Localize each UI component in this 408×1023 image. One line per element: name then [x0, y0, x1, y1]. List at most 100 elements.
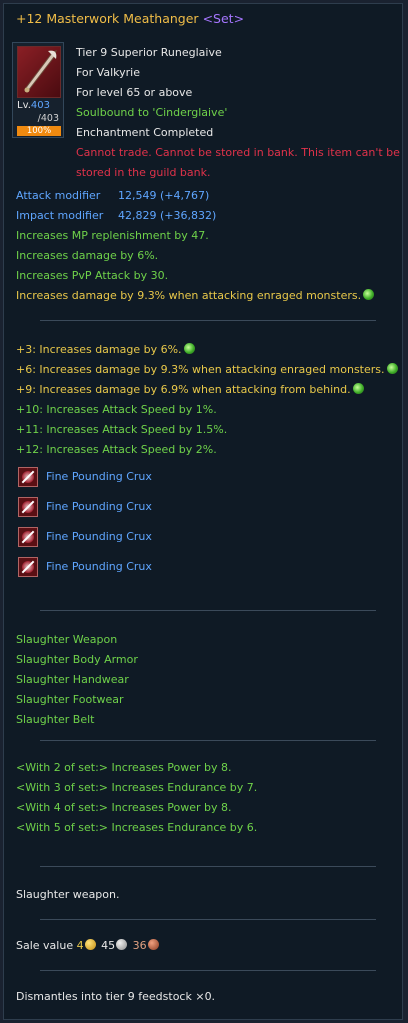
info-line: For level 65 or above — [76, 86, 192, 100]
set-item: Slaughter Footwear — [16, 693, 124, 707]
crux-icon[interactable] — [18, 467, 38, 487]
gem-icon — [352, 383, 364, 394]
info-line: For Valkyrie — [76, 66, 140, 80]
set-item-text: Slaughter Body Armor — [16, 653, 138, 666]
set-bonus-line-text: <With 2 of set:> Increases Power by 8. — [16, 761, 232, 774]
enchant-bonus-line: +11: Increases Attack Speed by 1.5%. — [16, 423, 227, 437]
stat-line: Increases PvP Attack by 30. — [16, 269, 168, 283]
enchant-progress-text: 100% — [26, 126, 52, 136]
crystal-slot: Fine Pounding Crux — [46, 500, 152, 514]
stat-line: Increases damage by 6%. — [16, 249, 158, 263]
set-bonus-line: <With 4 of set:> Increases Power by 8. — [16, 801, 232, 815]
sale-silver: 45 — [101, 939, 116, 952]
modifier-line: Impact modifier — [16, 209, 103, 223]
set-item-text: Slaughter Weapon — [16, 633, 118, 646]
info-line-text: Enchantment Completed — [76, 126, 214, 139]
set-bonus-line: <With 2 of set:> Increases Power by 8. — [16, 761, 232, 775]
info-line-text: stored in the guild bank. — [76, 166, 211, 179]
silver-coin-icon — [116, 939, 128, 950]
sale-copper: 36 — [132, 939, 147, 952]
gem-icon — [386, 363, 398, 374]
runeglaive-icon — [17, 46, 61, 98]
divider — [40, 610, 376, 611]
gold-coin-icon — [84, 939, 96, 950]
gem-icon — [183, 343, 195, 354]
enchant-bonus-line: +10: Increases Attack Speed by 1%. — [16, 403, 217, 417]
modifier-line: Attack modifier — [16, 189, 100, 203]
crystal-slot: Fine Pounding Crux — [46, 530, 152, 544]
divider — [40, 919, 376, 920]
level-max: /403 — [37, 113, 59, 124]
gem-icon — [363, 289, 375, 300]
stat-line-text: Increases damage by 9.3% when attacking … — [16, 289, 362, 302]
set-item: Slaughter Weapon — [16, 633, 117, 647]
enchant-bonus-line-text: +12: Increases Attack Speed by 2%. — [16, 443, 217, 456]
item-icon-frame: Lv.403 /403 100% — [12, 42, 64, 138]
enchant-bonus-line-text: +9: Increases damage by 6.9% when attack… — [16, 383, 351, 396]
set-item: Slaughter Handwear — [16, 673, 129, 687]
sale-gold: 4 — [76, 939, 84, 952]
divider — [40, 866, 376, 867]
level-label: Lv. — [17, 100, 31, 111]
info-line: Cannot trade. Cannot be stored in bank. … — [76, 146, 400, 160]
enchant-bonus-line-text: +6: Increases damage by 9.3% when attack… — [16, 363, 385, 376]
set-item: Slaughter Belt — [16, 713, 95, 727]
item-title: +12 Masterwork Meathanger <Set> — [16, 12, 244, 26]
item-level: Lv.403 — [17, 100, 50, 111]
crystal-slot-text: Fine Pounding Crux — [46, 470, 152, 483]
enchant-bonus-line: +12: Increases Attack Speed by 2%. — [16, 443, 217, 457]
crystal-slot: Fine Pounding Crux — [46, 470, 152, 484]
divider — [40, 970, 376, 971]
modifier-line-text: Impact modifier — [16, 209, 104, 222]
sale-value: Sale value 4 45 36 — [16, 939, 161, 953]
stat-line-text: Increases PvP Attack by 30. — [16, 269, 169, 282]
dismantle-info: Dismantles into tier 9 feedstock ×0. — [16, 990, 216, 1003]
info-line: Soulbound to 'Cinderglaive' — [76, 106, 227, 120]
item-tooltip: +12 Masterwork Meathanger <Set> Lv.403 /4… — [3, 3, 403, 1020]
enchant-bonus-line: +9: Increases damage by 6.9% when attack… — [16, 383, 364, 397]
enchant-bonus-line-text: +3: Increases damage by 6%. — [16, 343, 182, 356]
divider — [40, 740, 376, 741]
crux-icon[interactable] — [18, 557, 38, 577]
modifier-value: 12,549 (+4,767) — [118, 189, 210, 202]
item-description: Slaughter weapon. — [16, 888, 120, 901]
enchant-bonus-line-text: +11: Increases Attack Speed by 1.5%. — [16, 423, 228, 436]
info-line-text: Soulbound to 'Cinderglaive' — [76, 106, 228, 119]
set-bonus-line-text: <With 4 of set:> Increases Power by 8. — [16, 801, 232, 814]
enchant-bonus-line: +3: Increases damage by 6%. — [16, 343, 195, 357]
enchant-bonus-line-text: +10: Increases Attack Speed by 1%. — [16, 403, 217, 416]
crux-icon[interactable] — [18, 497, 38, 517]
info-line-text: Cannot trade. Cannot be stored in bank. … — [76, 146, 400, 159]
stat-line: Increases damage by 9.3% when attacking … — [16, 289, 375, 303]
stat-line: Increases MP replenishment by 47. — [16, 229, 209, 243]
set-item-text: Slaughter Footwear — [16, 693, 124, 706]
stat-line-text: Increases damage by 6%. — [16, 249, 159, 262]
sale-label: Sale value — [16, 939, 74, 952]
enchant-progress-bar: 100% — [17, 126, 61, 136]
info-line: stored in the guild bank. — [76, 166, 210, 180]
set-bonus-line: <With 3 of set:> Increases Endurance by … — [16, 781, 257, 795]
info-line-text: For Valkyrie — [76, 66, 140, 79]
crystal-slot-text: Fine Pounding Crux — [46, 500, 152, 513]
set-item-text: Slaughter Handwear — [16, 673, 129, 686]
info-line: Tier 9 Superior Runeglaive — [76, 46, 222, 60]
set-tag: <Set> — [202, 11, 245, 26]
set-bonus-line-text: <With 5 of set:> Increases Endurance by … — [16, 821, 258, 834]
item-name: +12 Masterwork Meathanger — [16, 11, 199, 26]
crystal-slot-text: Fine Pounding Crux — [46, 530, 152, 543]
modifier-line-text: Attack modifier — [16, 189, 101, 202]
modifier-value: 42,829 (+36,832) — [118, 209, 217, 222]
set-item-text: Slaughter Belt — [16, 713, 95, 726]
crystal-slot: Fine Pounding Crux — [46, 560, 152, 574]
divider — [40, 320, 376, 321]
enchant-bonus-line: +6: Increases damage by 9.3% when attack… — [16, 363, 398, 377]
set-bonus-line: <With 5 of set:> Increases Endurance by … — [16, 821, 257, 835]
info-line-text: Tier 9 Superior Runeglaive — [76, 46, 222, 59]
crux-icon[interactable] — [18, 527, 38, 547]
copper-coin-icon — [147, 939, 159, 950]
set-item: Slaughter Body Armor — [16, 653, 138, 667]
set-bonus-line-text: <With 3 of set:> Increases Endurance by … — [16, 781, 258, 794]
crystal-slot-text: Fine Pounding Crux — [46, 560, 152, 573]
stat-line-text: Increases MP replenishment by 47. — [16, 229, 209, 242]
info-line-text: For level 65 or above — [76, 86, 193, 99]
